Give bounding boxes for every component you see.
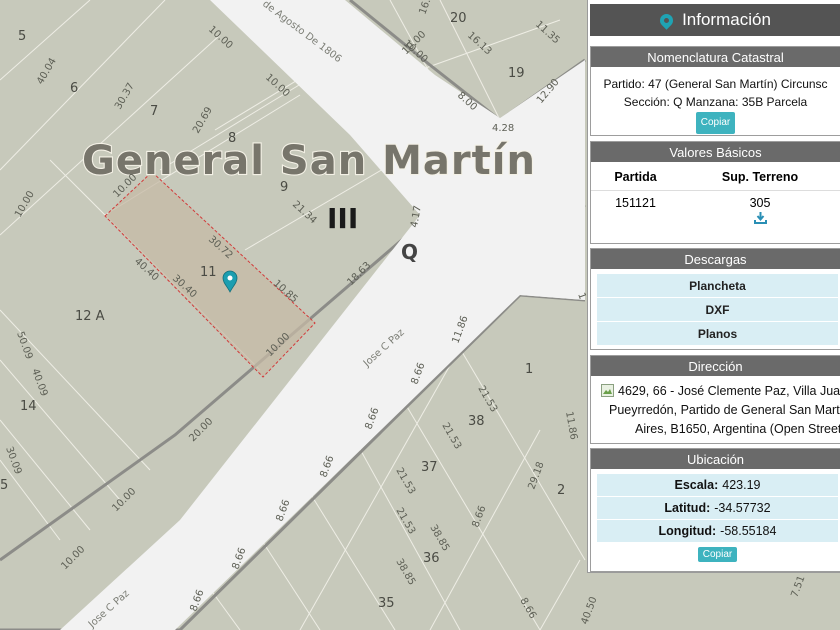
- lot-number: 5: [18, 29, 26, 44]
- lot-number: 12 A: [75, 309, 105, 324]
- latitud-label: Latitud:: [664, 501, 711, 515]
- longitud-value: -58.55184: [720, 524, 777, 538]
- nomenclatura-line-1: Partido: 47 (General San Martín) Circuns…: [603, 77, 828, 91]
- block-label: Q: [401, 240, 418, 264]
- escala-value: 423.19: [722, 478, 761, 492]
- district-label: III: [327, 202, 358, 235]
- lot-number: 7: [150, 104, 158, 119]
- latitud-row: Latitud: -34.57732: [597, 497, 838, 520]
- lot-number: 2: [557, 483, 565, 498]
- lot-number: 36: [423, 551, 440, 566]
- lot-number: 11: [200, 265, 217, 280]
- column-header: Sup. Terreno: [680, 162, 840, 191]
- copy-coordinates-button[interactable]: Copiar: [697, 547, 738, 562]
- lot-number: 6: [70, 81, 78, 96]
- panel-header: Información: [590, 4, 840, 36]
- lot-number: 1: [525, 362, 533, 377]
- lot-number: 35: [378, 596, 395, 611]
- partida-value: 151121: [615, 196, 656, 210]
- column-header: Partida: [591, 162, 681, 191]
- download-planos-link[interactable]: Planos: [597, 322, 838, 346]
- info-panel: Información Nomenclatura Catastral Parti…: [587, 0, 840, 573]
- address-line-2: Pueyrredón, Partido de General San Marti: [609, 403, 840, 417]
- section-title: Ubicación: [591, 449, 840, 469]
- download-dxf-link[interactable]: DXF: [597, 298, 838, 322]
- dimension-label: 4.28: [492, 123, 514, 134]
- download-plancheta-link[interactable]: Plancheta: [597, 274, 838, 298]
- lot-number: 9: [280, 180, 288, 195]
- lot-number: 8: [228, 131, 236, 146]
- lot-number: 20: [450, 11, 467, 26]
- direccion-section: Dirección 4629, 66 - José Clemente Paz, …: [590, 355, 840, 444]
- superficie-value: 305: [749, 196, 771, 210]
- section-title: Valores Básicos: [591, 142, 840, 162]
- map-image-icon: [601, 384, 614, 397]
- copy-nomenclatura-button[interactable]: Copiar: [695, 112, 736, 134]
- descargas-section: Descargas Plancheta DXF Planos: [590, 248, 840, 350]
- city-label: General San Martín: [82, 138, 536, 184]
- section-title: Dirección: [591, 356, 840, 376]
- lot-number: 5: [0, 478, 8, 493]
- latitud-value: -34.57732: [714, 501, 771, 515]
- nomenclatura-section: Nomenclatura Catastral Partido: 47 (Gene…: [590, 46, 840, 136]
- longitud-label: Longitud:: [658, 524, 717, 538]
- section-title: Descargas: [591, 249, 840, 269]
- ubicacion-section: Ubicación Escala: 423.19 Latitud: -34.5773…: [590, 448, 840, 572]
- panel-title: Información: [682, 10, 771, 29]
- nomenclatura-line-2: Sección: Q Manzana: 35B Parcela: [623, 95, 808, 109]
- section-title: Nomenclatura Catastral: [591, 47, 840, 67]
- address-line-1: José Clemente Paz, Villa Jua: [674, 384, 840, 398]
- location-pin-icon: [657, 10, 676, 30]
- address-line-3: Aires, B1650, Argentina (Open Street: [635, 422, 840, 436]
- lot-number: 19: [508, 66, 525, 81]
- download-icon[interactable]: [753, 212, 767, 224]
- escala-row: Escala: 423.19: [597, 474, 838, 497]
- lot-number: 38: [468, 414, 485, 429]
- escala-label: Escala:: [674, 478, 719, 492]
- address-prefix: 4629, 66 -: [618, 384, 675, 398]
- lot-number: 14: [20, 399, 37, 414]
- longitud-row: Longitud: -58.55184: [597, 520, 838, 543]
- valores-table: Partida Sup. Terreno 151121 305: [591, 162, 840, 227]
- lot-number: 37: [421, 460, 438, 475]
- valores-section: Valores Básicos Partida Sup. Terreno 151…: [590, 141, 840, 244]
